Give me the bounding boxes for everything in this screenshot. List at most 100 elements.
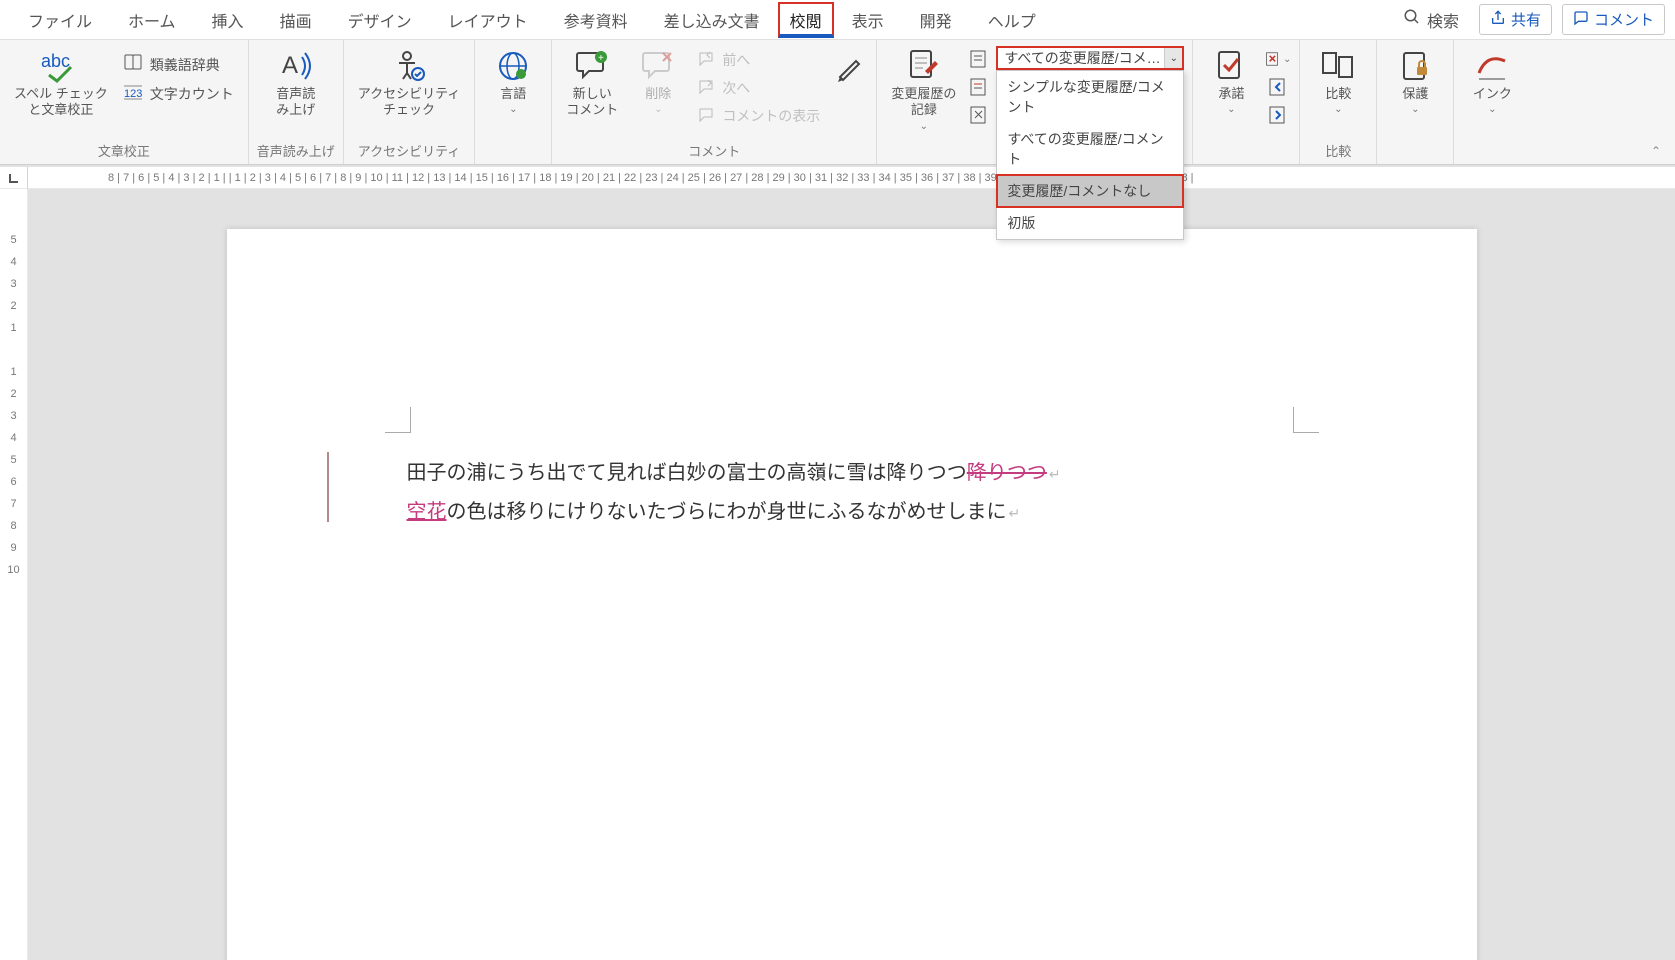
track-changes-button[interactable]: 変更履歴の 記録 ⌄ bbox=[885, 44, 962, 136]
next-comment-button[interactable]: 次へ bbox=[692, 74, 826, 102]
chevron-down-icon: ⌄ bbox=[1411, 104, 1419, 115]
wordcount-button[interactable]: 123 文字カウント bbox=[118, 79, 240, 108]
dd-option-none[interactable]: 変更履歴/コメントなし bbox=[997, 175, 1183, 207]
readaloud-icon: A bbox=[278, 48, 314, 84]
share-icon bbox=[1490, 10, 1506, 30]
comment-button[interactable]: コメント bbox=[1562, 4, 1665, 35]
delete-comment-label: 削除 bbox=[645, 86, 671, 102]
compare-icon bbox=[1321, 48, 1355, 84]
chevron-down-icon: ⌄ bbox=[654, 104, 662, 115]
thesaurus-label: 類義語辞典 bbox=[150, 55, 220, 75]
show-comments-icon bbox=[698, 107, 716, 126]
chevron-down-icon: ⌄ bbox=[920, 121, 928, 132]
search-box[interactable]: 検索 bbox=[1393, 4, 1469, 36]
menu-file[interactable]: ファイル bbox=[10, 2, 110, 38]
compare-button[interactable]: 比較 ⌄ bbox=[1308, 44, 1368, 119]
tab-selector[interactable] bbox=[0, 167, 28, 189]
ruler-vertical[interactable]: 5 4 3 2 1 1 2 3 4 5 6 7 8 9 10 bbox=[0, 189, 28, 960]
paragraph-2[interactable]: 空花の色は移りにけりないたづらにわが身世にふるながめせしまに↵ bbox=[407, 493, 1297, 532]
ink-comment-button[interactable] bbox=[830, 44, 868, 88]
workspace: 5 4 3 2 1 1 2 3 4 5 6 7 8 9 10 田子の浦にうち出で… bbox=[0, 189, 1675, 960]
tracking-small-3[interactable] bbox=[966, 102, 992, 128]
comment-icon bbox=[1573, 10, 1589, 30]
menu-layout[interactable]: レイアウト bbox=[430, 2, 546, 38]
page[interactable]: 田子の浦にうち出でて見れば白妙の富士の高嶺に雪は降りつつ降りつつ↵ 空花の色は移… bbox=[227, 229, 1477, 960]
menu-references[interactable]: 参考資料 bbox=[546, 2, 646, 38]
paragraph-mark-icon: ↵ bbox=[1009, 505, 1021, 521]
group-ink-label bbox=[1462, 142, 1522, 164]
menu-draw[interactable]: 描画 bbox=[262, 2, 330, 38]
track-changes-label: 変更履歴の 記録 bbox=[891, 86, 956, 119]
ink-button[interactable]: インク ⌄ bbox=[1462, 44, 1522, 119]
ruler-horizontal[interactable]: 8 | 7 | 6 | 5 | 4 | 3 | 2 | 1 | | 1 | 2 … bbox=[0, 167, 1675, 189]
menu-review[interactable]: 校閲 bbox=[778, 2, 834, 38]
spellcheck-label: スペル チェック と文章校正 bbox=[14, 86, 108, 119]
group-ink: インク ⌄ bbox=[1454, 40, 1530, 164]
chevron-down-icon: ⌄ bbox=[1488, 104, 1496, 115]
display-for-review-dropdown[interactable]: すべての変更履歴/コメ… ⌄ bbox=[996, 46, 1184, 70]
wordcount-label: 文字カウント bbox=[150, 84, 234, 104]
language-icon bbox=[496, 48, 530, 84]
language-button[interactable]: 言語 ⌄ bbox=[483, 44, 543, 119]
paragraph-1[interactable]: 田子の浦にうち出でて見れば白妙の富士の高嶺に雪は降りつつ降りつつ↵ bbox=[407, 454, 1297, 493]
group-comments: + 新しい コメント 削除 ⌄ 前へ bbox=[552, 40, 877, 164]
line2-text: の色は移りにけりないたづらにわが身世にふるながめせしまに bbox=[447, 501, 1007, 523]
prev-comment-button[interactable]: 前へ bbox=[692, 46, 826, 74]
group-accessibility: アクセシビリティ チェック アクセシビリティ bbox=[344, 40, 476, 164]
change-bar bbox=[327, 452, 329, 522]
accept-button[interactable]: 承諾 ⌄ bbox=[1201, 44, 1261, 119]
prev-change-button[interactable] bbox=[1265, 74, 1291, 100]
new-comment-button[interactable]: + 新しい コメント bbox=[560, 44, 624, 123]
thesaurus-button[interactable]: 類義語辞典 bbox=[118, 50, 240, 79]
readaloud-label: 音声読 み上げ bbox=[276, 86, 315, 119]
document-canvas[interactable]: 田子の浦にうち出でて見れば白妙の富士の高嶺に雪は降りつつ降りつつ↵ 空花の色は移… bbox=[28, 189, 1675, 960]
next-change-button[interactable] bbox=[1265, 102, 1291, 128]
protect-icon bbox=[1400, 48, 1430, 84]
tracking-small-1[interactable] bbox=[966, 46, 992, 72]
protect-button[interactable]: 保護 ⌄ bbox=[1385, 44, 1445, 119]
spellcheck-icon: abc bbox=[39, 48, 83, 84]
tracking-small-2[interactable] bbox=[966, 74, 992, 100]
svg-text:A: A bbox=[282, 52, 298, 79]
show-comments-button[interactable]: コメントの表示 bbox=[692, 102, 826, 130]
dd-option-all[interactable]: すべての変更履歴/コメント bbox=[997, 123, 1183, 175]
menu-view[interactable]: 表示 bbox=[834, 2, 902, 38]
dd-option-original[interactable]: 初版 bbox=[997, 207, 1183, 239]
ruler-ticks: 8 | 7 | 6 | 5 | 4 | 3 | 2 | 1 | | 1 | 2 … bbox=[28, 172, 1675, 184]
ink-label: インク bbox=[1473, 86, 1512, 102]
group-tracking: 変更履歴の 記録 ⌄ すべての変更履歴/コメ… ⌄ シンプルな変更履歴/コメント… bbox=[877, 40, 1193, 164]
group-language-label bbox=[483, 142, 543, 164]
chevron-down-icon: ⌄ bbox=[1334, 104, 1342, 115]
group-speech-label: 音声読み上げ bbox=[257, 138, 335, 164]
collapse-ribbon-icon[interactable]: ⌃ bbox=[1651, 144, 1661, 158]
compare-label: 比較 bbox=[1325, 86, 1351, 102]
menu-help[interactable]: ヘルプ bbox=[970, 2, 1054, 38]
pen-icon bbox=[836, 48, 862, 84]
spellcheck-button[interactable]: abc スペル チェック と文章校正 bbox=[8, 44, 114, 123]
readaloud-button[interactable]: A 音声読 み上げ bbox=[266, 44, 326, 123]
dd-option-simple[interactable]: シンプルな変更履歴/コメント bbox=[997, 71, 1183, 123]
accessibility-button[interactable]: アクセシビリティ チェック bbox=[352, 44, 467, 123]
group-accessibility-label: アクセシビリティ bbox=[352, 138, 467, 164]
language-label: 言語 bbox=[500, 86, 526, 102]
svg-text:+: + bbox=[598, 53, 604, 64]
menu-mailings[interactable]: 差し込み文書 bbox=[646, 2, 778, 38]
accept-icon bbox=[1216, 48, 1246, 84]
menu-insert[interactable]: 挿入 bbox=[194, 2, 262, 38]
menu-home[interactable]: ホーム bbox=[110, 2, 194, 38]
margin-corner-tr bbox=[1293, 407, 1319, 433]
group-proofing: abc スペル チェック と文章校正 類義語辞典 123 文字カウント bbox=[0, 40, 249, 164]
group-compare: 比較 ⌄ 比較 bbox=[1300, 40, 1377, 164]
new-comment-label: 新しい コメント bbox=[566, 86, 618, 119]
reject-button[interactable]: ⌄ bbox=[1265, 46, 1291, 72]
svg-text:123: 123 bbox=[124, 88, 142, 100]
ribbon-review: abc スペル チェック と文章校正 類義語辞典 123 文字カウント bbox=[0, 40, 1675, 165]
accessibility-icon bbox=[391, 48, 427, 84]
menu-design[interactable]: デザイン bbox=[330, 2, 430, 38]
group-changes-label bbox=[1201, 142, 1291, 164]
svg-text:abc: abc bbox=[41, 51, 70, 71]
group-speech: A 音声読 み上げ 音声読み上げ bbox=[249, 40, 344, 164]
delete-comment-button[interactable]: 削除 ⌄ bbox=[628, 44, 688, 119]
menu-developer[interactable]: 開発 bbox=[902, 2, 970, 38]
share-button[interactable]: 共有 bbox=[1479, 4, 1552, 35]
